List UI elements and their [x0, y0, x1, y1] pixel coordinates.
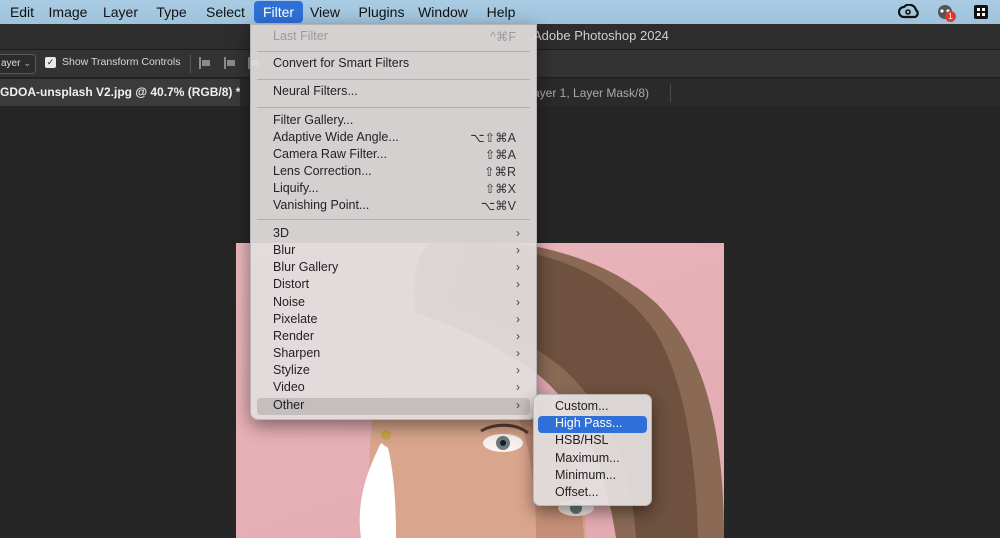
menu-item-shortcut: ⌥⌘V — [480, 199, 516, 213]
divider — [190, 55, 191, 73]
menu-separator — [257, 79, 530, 80]
menubar-item-image[interactable]: Image — [42, 0, 94, 24]
menubar-item-view[interactable]: View — [302, 0, 348, 24]
show-transform-checkbox[interactable]: ✓ — [45, 57, 56, 68]
menu-separator — [257, 51, 530, 52]
chevron-right-icon: › — [516, 243, 520, 257]
filter-menu-item-blur-gallery[interactable]: Blur Gallery › — [257, 260, 530, 277]
filter-menu-item-pixelate[interactable]: Pixelate › — [257, 312, 530, 329]
menu-item-label: Last Filter — [273, 29, 328, 43]
menu-item-label: Liquify... — [273, 181, 319, 195]
filter-menu-item-last-filter: Last Filter ^⌘F — [257, 29, 530, 46]
menu-item-shortcut: ⇧⌘A — [484, 148, 516, 162]
chevron-right-icon: › — [516, 363, 520, 377]
menu-item-label: Other — [273, 398, 305, 412]
menu-item-label: 3D — [273, 226, 289, 240]
align-left-icon[interactable] — [197, 56, 211, 70]
menu-item-label: Blur — [273, 243, 296, 257]
auto-select-value: ayer — [1, 58, 21, 69]
other-submenu-item-offset[interactable]: Offset... — [538, 485, 647, 502]
other-submenu-item-custom[interactable]: Custom... — [538, 399, 647, 416]
chevron-right-icon: › — [516, 398, 520, 412]
menubar-item-plugins[interactable]: Plugins — [350, 0, 413, 24]
notification-badge: 1 — [945, 11, 956, 22]
filter-menu-item-other[interactable]: Other › — [257, 398, 530, 415]
chevron-right-icon: › — [516, 380, 520, 394]
creative-cloud-icon[interactable] — [898, 2, 920, 22]
filter-menu-item-lens-correction[interactable]: Lens Correction... ⇧⌘R — [257, 164, 530, 181]
menu-item-label: Camera Raw Filter... — [273, 147, 387, 161]
filter-menu-item-blur[interactable]: Blur › — [257, 243, 530, 260]
tab-active-document-label: GDOA-unsplash V2.jpg @ 40.7% (RGB/8) * — [0, 85, 240, 99]
filter-menu-item-noise[interactable]: Noise › — [257, 295, 530, 312]
chevron-right-icon: › — [516, 226, 520, 240]
menubar-item-edit[interactable]: Edit — [0, 0, 44, 24]
menubar-item-help[interactable]: Help — [477, 0, 525, 24]
menu-item-label: Filter Gallery... — [273, 113, 354, 127]
chevron-right-icon: › — [516, 312, 520, 326]
menubar-item-type[interactable]: Type — [146, 0, 197, 24]
menu-item-label: Stylize — [273, 363, 310, 377]
menubar-status-area: 1 — [898, 2, 992, 22]
menu-item-shortcut: ⇧⌘X — [484, 182, 516, 196]
control-center-icon[interactable] — [970, 2, 992, 22]
app-title: Adobe Photoshop 2024 — [533, 28, 669, 43]
filter-menu-item-sharpen[interactable]: Sharpen › — [257, 346, 530, 363]
filter-menu-item-video[interactable]: Video › — [257, 380, 530, 397]
macos-menubar: Edit Image Layer Type Select Filter View Plugin… — [0, 0, 1000, 24]
tab-second-document[interactable]: ayer 1, Layer Mask/8) — [533, 79, 649, 106]
menu-item-shortcut: ⇧⌘R — [483, 165, 516, 179]
menu-separator — [257, 219, 530, 220]
filter-menu-item-render[interactable]: Render › — [257, 329, 530, 346]
menu-separator — [257, 107, 530, 108]
chevron-right-icon: › — [516, 295, 520, 309]
menu-item-label: Noise — [273, 295, 305, 309]
filter-menu-item-camera-raw-filter[interactable]: Camera Raw Filter... ⇧⌘A — [257, 147, 530, 164]
menu-item-label: Neural Filters... — [273, 84, 358, 98]
tab-active-document[interactable]: GDOA-unsplash V2.jpg @ 40.7% (RGB/8) * — [0, 79, 240, 106]
tab-second-document-label: ayer 1, Layer Mask/8) — [533, 86, 650, 100]
chevron-right-icon: › — [516, 277, 520, 291]
menubar-item-layer[interactable]: Layer — [93, 0, 148, 24]
chevron-right-icon: › — [516, 260, 520, 274]
filter-menu-item-neural-filters[interactable]: Neural Filters... — [257, 84, 530, 101]
menu-item-label: Vanishing Point... — [273, 198, 370, 212]
filter-menu-item-adaptive-wide-angle[interactable]: Adaptive Wide Angle... ⌥⇧⌘A — [257, 130, 530, 147]
menubar-item-window[interactable]: Window — [411, 0, 475, 24]
other-submenu: Custom... High Pass... HSB/HSL Maximum... Mi… — [533, 394, 652, 506]
menu-item-label: Video — [273, 380, 305, 394]
menu-item-label: Adaptive Wide Angle... — [273, 130, 399, 144]
menubar-item-select[interactable]: Select — [197, 0, 254, 24]
divider — [670, 84, 671, 102]
menu-item-shortcut: ^⌘F — [489, 30, 516, 44]
filter-menu-item-stylize[interactable]: Stylize › — [257, 363, 530, 380]
filter-menu-item-3d[interactable]: 3D › — [257, 226, 530, 243]
other-submenu-item-hsb-hsl[interactable]: HSB/HSL — [538, 433, 647, 450]
menu-item-label: Render — [273, 329, 314, 343]
notification-icon[interactable]: 1 — [934, 2, 956, 22]
filter-menu-item-filter-gallery[interactable]: Filter Gallery... — [257, 113, 530, 130]
menubar-item-filter[interactable]: Filter — [254, 1, 303, 23]
menu-item-shortcut: ⌥⇧⌘A — [470, 131, 516, 145]
other-submenu-item-maximum[interactable]: Maximum... — [538, 451, 647, 468]
chevron-down-icon: ⌄ — [23, 58, 31, 68]
other-submenu-item-high-pass[interactable]: High Pass... — [538, 416, 647, 433]
menu-item-label: Blur Gallery — [273, 260, 339, 274]
filter-menu-item-vanishing-point[interactable]: Vanishing Point... ⌥⌘V — [257, 198, 530, 215]
chevron-right-icon: › — [516, 346, 520, 360]
menu-item-label: Sharpen — [273, 346, 321, 360]
menu-item-label: Distort — [273, 277, 310, 291]
show-transform-label: Show Transform Controls — [62, 56, 181, 68]
auto-select-dropdown[interactable]: ayer ⌄ — [0, 54, 36, 74]
menu-item-label: Lens Correction... — [273, 164, 372, 178]
filter-menu-item-distort[interactable]: Distort › — [257, 277, 530, 294]
filter-menu-item-liquify[interactable]: Liquify... ⇧⌘X — [257, 181, 530, 198]
filter-menu-item-convert-for-smart-filters[interactable]: Convert for Smart Filters — [257, 56, 530, 73]
chevron-right-icon: › — [516, 329, 520, 343]
align-center-icon[interactable] — [222, 56, 236, 70]
menu-item-label: Convert for Smart Filters — [273, 56, 410, 70]
other-submenu-item-minimum[interactable]: Minimum... — [538, 468, 647, 485]
menu-item-label: Pixelate — [273, 312, 318, 326]
filter-menu: Last Filter ^⌘F Convert for Smart Filters N… — [250, 24, 537, 420]
